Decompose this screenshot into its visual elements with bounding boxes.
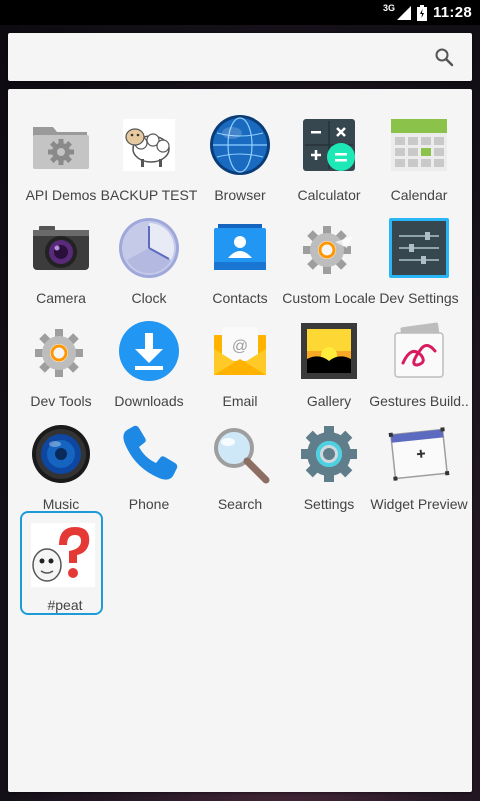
camera-icon bbox=[33, 226, 89, 270]
calendar-icon bbox=[391, 119, 447, 171]
app-drawer: API Demos BACKUP TEST Browser Calculator… bbox=[8, 89, 472, 792]
app-label: Dev Tools bbox=[30, 393, 92, 409]
app-label: BACKUP TEST bbox=[100, 187, 198, 203]
app-clock[interactable]: Clock bbox=[106, 204, 192, 306]
envelope-icon: @ bbox=[214, 327, 266, 375]
app-label: Settings bbox=[303, 496, 355, 512]
speaker-icon bbox=[32, 425, 90, 483]
app-label: Calculator bbox=[297, 187, 361, 203]
app-browser[interactable]: Browser bbox=[197, 101, 283, 203]
search-icon[interactable] bbox=[434, 47, 454, 67]
app-label: Clock bbox=[131, 290, 167, 306]
magnifier-icon bbox=[214, 428, 270, 484]
app-camera[interactable]: Camera bbox=[18, 204, 104, 306]
app-contacts[interactable]: Contacts bbox=[197, 204, 283, 306]
question-mascot-icon bbox=[31, 523, 95, 587]
app-search[interactable]: Search bbox=[197, 410, 283, 512]
app-label: Gestures Build.. bbox=[369, 393, 469, 409]
settings-gear-icon bbox=[301, 426, 357, 482]
app-email[interactable]: @ Email bbox=[197, 307, 283, 409]
app-label: Widget Preview bbox=[370, 496, 468, 512]
app-custom-locale[interactable]: Custom Locale bbox=[282, 204, 376, 306]
picture-icon bbox=[301, 323, 357, 379]
network-type-label: 3G bbox=[382, 2, 395, 13]
battery-icon bbox=[416, 4, 427, 21]
app-backup-test[interactable]: BACKUP TEST bbox=[101, 101, 197, 203]
clock-icon bbox=[119, 218, 179, 278]
download-icon bbox=[119, 321, 179, 381]
app-music[interactable]: Music bbox=[18, 410, 104, 512]
gesture-icon bbox=[394, 322, 444, 378]
app-label: Email bbox=[222, 393, 258, 409]
phone-icon bbox=[123, 425, 178, 480]
signal-icon bbox=[396, 5, 411, 20]
search-bar[interactable] bbox=[8, 33, 472, 81]
app-label: Music bbox=[42, 496, 80, 512]
gear-icon bbox=[303, 226, 353, 274]
gear-icon bbox=[35, 329, 83, 377]
app-label: Gallery bbox=[306, 393, 352, 409]
folder-gear-icon bbox=[33, 127, 89, 169]
app-settings[interactable]: Settings bbox=[286, 410, 372, 512]
globe-icon bbox=[210, 115, 270, 175]
app-label: Dev Settings bbox=[379, 290, 459, 306]
sliders-icon bbox=[389, 218, 449, 278]
app-label: Camera bbox=[36, 290, 86, 306]
app-label: Custom Locale bbox=[282, 290, 376, 306]
app-label: Phone bbox=[128, 496, 170, 512]
app-label: Contacts bbox=[212, 290, 268, 306]
status-bar: 3G 11:28 bbox=[0, 0, 480, 25]
app-calculator[interactable]: Calculator bbox=[286, 101, 372, 203]
app-calendar[interactable]: Calendar bbox=[376, 101, 462, 203]
app-label: Downloads bbox=[114, 393, 184, 409]
app-gallery[interactable]: Gallery bbox=[286, 307, 372, 409]
clock-time: 11:28 bbox=[432, 4, 472, 21]
app-label: Calendar bbox=[390, 187, 448, 203]
svg-text:@: @ bbox=[232, 338, 248, 355]
app-api-demos[interactable]: API Demos bbox=[18, 101, 104, 203]
widget-icon bbox=[388, 427, 450, 481]
app-label: API Demos bbox=[25, 187, 97, 203]
app-label: #peat bbox=[47, 597, 83, 613]
calculator-icon bbox=[303, 119, 355, 171]
app-dev-tools[interactable]: Dev Tools bbox=[18, 307, 104, 409]
contacts-icon bbox=[214, 224, 266, 270]
app-dev-settings[interactable]: Dev Settings bbox=[376, 204, 462, 306]
app-downloads[interactable]: Downloads bbox=[106, 307, 192, 409]
app-phone[interactable]: Phone bbox=[106, 410, 192, 512]
status-icons: 3G 11:28 bbox=[383, 2, 472, 23]
app-widget-preview[interactable]: Widget Preview bbox=[370, 410, 468, 512]
app-label: Browser bbox=[214, 187, 266, 203]
sheep-icon bbox=[123, 119, 175, 171]
app-peat[interactable]: #peat bbox=[20, 511, 103, 615]
app-gestures-builder[interactable]: Gestures Build.. bbox=[369, 307, 469, 409]
app-label: Search bbox=[217, 496, 263, 512]
